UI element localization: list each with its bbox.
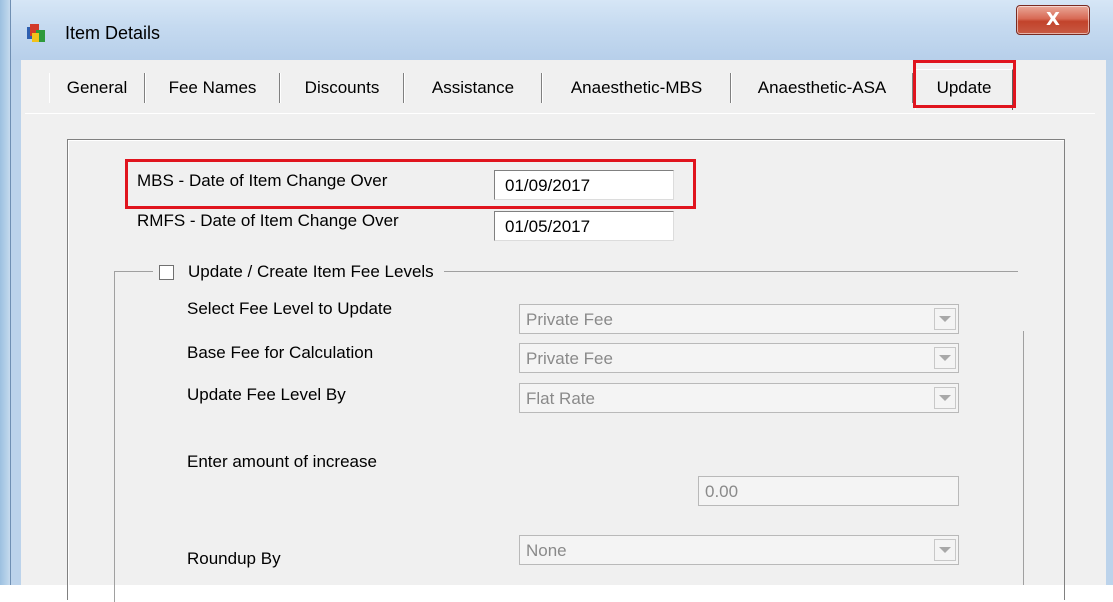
tab-update[interactable]: Update xyxy=(915,69,1013,110)
tab-general[interactable]: General xyxy=(49,73,145,103)
title-bar: Item Details X xyxy=(11,0,1113,60)
dialog-client-area: General Fee Names Discounts Assistance A… xyxy=(21,60,1106,602)
amount-increase-label: Enter amount of increase xyxy=(187,452,377,471)
roundup-label: Roundup By xyxy=(187,549,281,568)
window-title: Item Details xyxy=(65,23,161,43)
item-details-window: Item Details X General Fee Names Discoun… xyxy=(10,0,1113,602)
mbs-date-label: MBS - Date of Item Change Over xyxy=(137,171,388,190)
tab-anaesthetic-asa[interactable]: Anaesthetic-ASA xyxy=(731,73,913,103)
base-fee-value: Private Fee xyxy=(526,349,613,368)
chevron-down-icon[interactable] xyxy=(934,539,956,561)
close-icon: X xyxy=(1046,9,1060,30)
tab-discounts[interactable]: Discounts xyxy=(280,73,404,103)
tab-panel-border xyxy=(25,113,1095,114)
fee-levels-group-label: Update / Create Item Fee Levels xyxy=(188,262,434,281)
chevron-down-icon[interactable] xyxy=(934,387,956,409)
tab-strip: General Fee Names Discounts Assistance A… xyxy=(21,60,1106,114)
update-fee-by-value: Flat Rate xyxy=(526,389,595,408)
roundup-value: None xyxy=(526,541,567,560)
mbs-date-field[interactable]: 01/09/2017 xyxy=(494,170,674,200)
base-fee-label: Base Fee for Calculation xyxy=(187,343,374,362)
select-fee-level-dropdown[interactable]: Private Fee xyxy=(519,304,959,334)
close-button[interactable]: X xyxy=(1016,5,1090,35)
tab-assistance[interactable]: Assistance xyxy=(404,73,542,103)
rmfs-date-label: RMFS - Date of Item Change Over xyxy=(137,211,399,230)
select-fee-level-label: Select Fee Level to Update xyxy=(187,299,393,318)
rmfs-date-field[interactable]: 01/05/2017 xyxy=(494,211,674,241)
fee-levels-group-header: Update / Create Item Fee Levels xyxy=(153,260,444,284)
select-fee-level-value: Private Fee xyxy=(526,310,613,329)
group-border-right xyxy=(1023,331,1024,585)
tab-anaesthetic-mbs[interactable]: Anaesthetic-MBS xyxy=(542,73,731,103)
update-fee-levels-checkbox[interactable] xyxy=(159,264,174,280)
item-details-app-icon xyxy=(27,24,45,42)
chevron-down-icon[interactable] xyxy=(934,347,956,369)
roundup-dropdown[interactable]: None xyxy=(519,535,959,565)
chevron-down-icon[interactable] xyxy=(934,308,956,330)
update-fee-by-label: Update Fee Level By xyxy=(187,385,346,404)
update-fee-by-dropdown[interactable]: Flat Rate xyxy=(519,383,959,413)
amount-increase-field[interactable]: 0.00 xyxy=(698,476,959,506)
base-fee-dropdown[interactable]: Private Fee xyxy=(519,343,959,373)
tab-fee-names[interactable]: Fee Names xyxy=(145,73,280,103)
